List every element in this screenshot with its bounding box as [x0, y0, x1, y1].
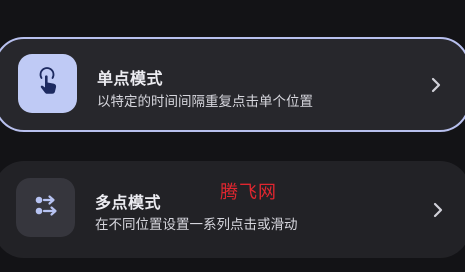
chevron-right-icon	[431, 202, 445, 218]
tap-gesture-icon	[33, 66, 63, 101]
single-point-icon-box	[18, 54, 77, 113]
chevron-right-icon	[429, 77, 443, 93]
mode-selection-screen: 单点模式 以特定的时间间隔重复点击单个位置 多点模式 在不同位置设置一系列点击或	[0, 0, 465, 272]
multi-point-mode-card[interactable]: 多点模式 在不同位置设置一系列点击或滑动	[0, 161, 465, 258]
mode-title: 单点模式	[97, 69, 164, 88]
multi-point-icon-box	[16, 178, 75, 237]
mode-description: 以特定的时间间隔重复点击单个位置	[97, 94, 313, 110]
multi-point-swipe-icon	[31, 191, 61, 225]
mode-title: 多点模式	[95, 193, 162, 212]
single-point-mode-card[interactable]: 单点模式 以特定的时间间隔重复点击单个位置	[0, 37, 465, 132]
watermark: 腾飞网	[220, 182, 277, 203]
mode-description: 在不同位置设置一系列点击或滑动	[95, 217, 298, 233]
